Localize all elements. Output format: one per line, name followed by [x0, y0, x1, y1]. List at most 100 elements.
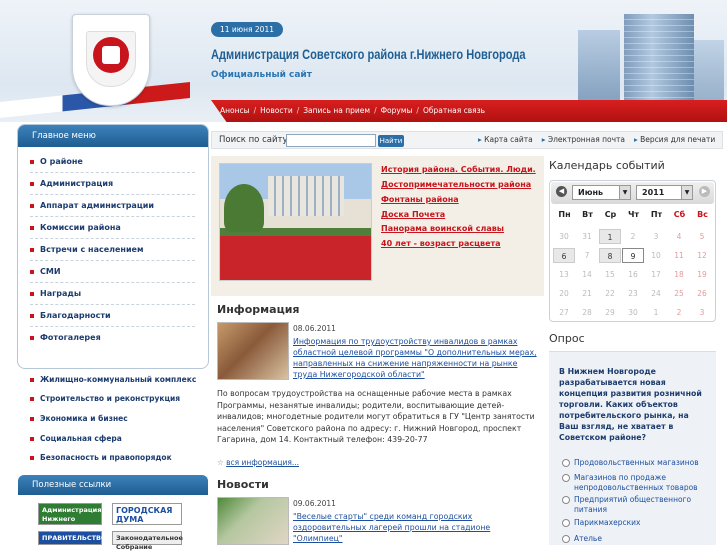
calendar-day[interactable]: 19: [691, 267, 713, 282]
calendar-day[interactable]: 5: [691, 229, 713, 244]
nav-forums[interactable]: Форумы: [381, 106, 413, 115]
poll-option[interactable]: Продовольственных магазинов: [562, 458, 712, 468]
nav-announcements[interactable]: Анонсы: [220, 106, 250, 115]
year-value: 2011: [642, 188, 665, 197]
calendar-day[interactable]: 31: [576, 229, 598, 244]
district-photo[interactable]: [219, 163, 372, 281]
calendar-day[interactable]: 29: [599, 305, 621, 320]
calendar-day[interactable]: 15: [599, 267, 621, 282]
landmarks-link[interactable]: Достопримечательности района: [381, 180, 531, 189]
month-select[interactable]: Июнь ▼: [572, 185, 631, 200]
calendar-day[interactable]: 30: [553, 229, 575, 244]
calendar-day[interactable]: 6: [553, 248, 575, 263]
calendar-day[interactable]: 24: [645, 286, 667, 301]
next-month-icon[interactable]: ▶: [699, 186, 710, 197]
calendar-day[interactable]: 1: [599, 229, 621, 244]
calendar-day[interactable]: 3: [691, 305, 713, 320]
calendar-day[interactable]: 25: [668, 286, 690, 301]
news-date: 09.06.2011: [293, 499, 336, 508]
info-thumbnail[interactable]: [217, 322, 289, 380]
calendar-day[interactable]: 14: [576, 267, 598, 282]
sidebar-item-staff[interactable]: Аппарат администрации: [30, 197, 195, 217]
building-image: [624, 14, 694, 110]
radio-button[interactable]: [562, 474, 570, 482]
year-select[interactable]: 2011 ▼: [636, 185, 693, 200]
search-button[interactable]: Найти: [378, 135, 404, 147]
calendar-day[interactable]: 18: [668, 267, 690, 282]
calendar-day[interactable]: 23: [622, 286, 644, 301]
anniversary-link[interactable]: 40 лет - возраст расцвета: [381, 239, 501, 248]
poll-option[interactable]: Предприятий общественного питания: [562, 495, 712, 514]
calendar-day[interactable]: 7: [576, 248, 598, 263]
all-info-link[interactable]: вся информация...: [226, 458, 299, 467]
sidebar-item-construction[interactable]: Строительство и реконструкция: [30, 394, 180, 403]
sidebar-item-commissions[interactable]: Комиссии района: [30, 219, 195, 239]
calendar-day[interactable]: 17: [645, 267, 667, 282]
calendar-day[interactable]: 10: [645, 248, 667, 263]
sidebar-item-economy[interactable]: Экономика и бизнес: [30, 414, 128, 423]
calendar-day[interactable]: 30: [622, 305, 644, 320]
honor-board-link[interactable]: Доска Почета: [381, 210, 445, 219]
calendar-day[interactable]: 13: [553, 267, 575, 282]
sidebar-item-media[interactable]: СМИ: [30, 263, 195, 283]
news-thumbnail[interactable]: [217, 497, 289, 545]
calendar-day[interactable]: 16: [622, 267, 644, 282]
calendar-day[interactable]: 20: [553, 286, 575, 301]
sidebar-item-gallery[interactable]: Фотогалерея: [30, 329, 195, 349]
nav-news[interactable]: Новости: [260, 106, 293, 115]
search-input[interactable]: [286, 134, 376, 147]
calendar-day[interactable]: 12: [691, 248, 713, 263]
prev-month-icon[interactable]: ◀: [556, 186, 567, 197]
district-crest-logo[interactable]: [72, 14, 150, 106]
fountains-link[interactable]: Фонтаны района: [381, 195, 459, 204]
sidebar-item-administration[interactable]: Администрация: [30, 175, 195, 195]
sidebar-item-meetings[interactable]: Встречи с населением: [30, 241, 195, 261]
sitemap-link[interactable]: Карта сайта: [478, 135, 533, 144]
military-glory-link[interactable]: Панорама воинской славы: [381, 224, 504, 233]
city-admin-banner[interactable]: Администрация Нижнего Новгорода: [38, 503, 102, 532]
calendar-day[interactable]: 2: [622, 229, 644, 244]
calendar-day[interactable]: 9: [622, 248, 644, 263]
nav-feedback[interactable]: Обратная связь: [423, 106, 485, 115]
poll-option-label: Магазинов по продаже непродовольственных…: [574, 473, 698, 492]
legislative-banner[interactable]: Законодательное Собрание: [112, 531, 183, 551]
print-version-link[interactable]: Версия для печати: [634, 135, 715, 144]
radio-button[interactable]: [562, 496, 570, 504]
calendar-day[interactable]: 2: [668, 305, 690, 320]
sidebar-item-security[interactable]: Безопасность и правопорядок: [30, 453, 172, 462]
news-article-link[interactable]: "Веселые старты" среди команд городских …: [293, 511, 538, 544]
info-title: Информация: [217, 303, 300, 316]
crest-deer-icon: [102, 46, 120, 64]
calendar-day[interactable]: 11: [668, 248, 690, 263]
calendar-day[interactable]: 21: [576, 286, 598, 301]
history-link[interactable]: История района. События. Люди.: [381, 165, 536, 174]
calendar-day[interactable]: 28: [576, 305, 598, 320]
radio-button[interactable]: [562, 459, 570, 467]
info-article-link[interactable]: Информация по трудоустройству инвалидов …: [293, 336, 538, 380]
calendar-day[interactable]: 3: [645, 229, 667, 244]
news-title: Новости: [217, 478, 269, 491]
radio-button[interactable]: [562, 519, 570, 527]
poll-option[interactable]: Магазинов по продаже непродовольственных…: [562, 473, 712, 492]
email-link[interactable]: Электронная почта: [542, 135, 625, 144]
radio-button[interactable]: [562, 535, 570, 543]
sidebar-item-gratitude[interactable]: Благодарности: [30, 307, 195, 327]
sidebar-item-awards[interactable]: Награды: [30, 285, 195, 305]
site-subtitle: Официальный сайт: [211, 70, 312, 80]
poll-option[interactable]: Парикмахерских: [562, 518, 712, 528]
calendar-day[interactable]: 26: [691, 286, 713, 301]
city-duma-banner[interactable]: ГОРОДСКАЯ ДУМА: [112, 503, 182, 525]
weekday-label: Вс: [697, 210, 708, 219]
calendar-day[interactable]: 4: [668, 229, 690, 244]
nav-appointment[interactable]: Запись на прием: [303, 106, 370, 115]
calendar-day[interactable]: 22: [599, 286, 621, 301]
sidebar-item-housing[interactable]: Жилищно-коммунальный комплекс: [30, 375, 196, 384]
main-menu-title: Главное меню: [18, 125, 208, 147]
sidebar-item-social[interactable]: Социальная сфера: [30, 434, 122, 443]
poll-option[interactable]: Ателье: [562, 534, 712, 544]
government-banner[interactable]: ПРАВИТЕЛЬСТВО: [38, 531, 107, 545]
sidebar-item-about[interactable]: О районе: [30, 153, 195, 173]
calendar-day[interactable]: 27: [553, 305, 575, 320]
calendar-day[interactable]: 1: [645, 305, 667, 320]
calendar-day[interactable]: 8: [599, 248, 621, 263]
